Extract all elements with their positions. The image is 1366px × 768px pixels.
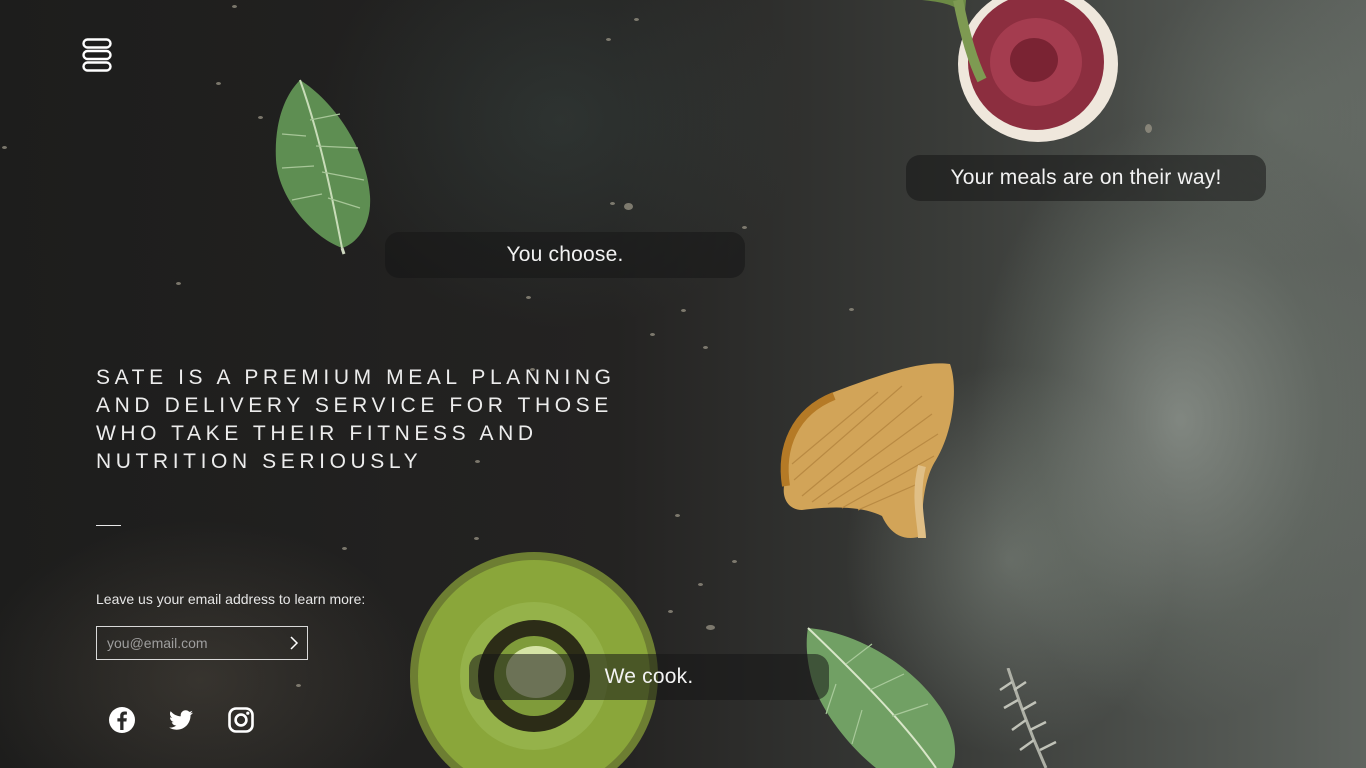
intro-headline: SATE IS A PREMIUM MEAL PLANNING AND DELI… [96, 366, 616, 473]
step-meals-on-way: Your meals are on their way! [906, 155, 1266, 201]
mint-leaf-top [275, 79, 371, 255]
step-we-cook-text: We cook. [604, 665, 694, 688]
step-meals-on-way-text: Your meals are on their way! [950, 166, 1222, 189]
chevron-right-icon [290, 636, 299, 650]
fern-sprig [999, 668, 1057, 768]
instagram-icon[interactable] [227, 706, 255, 734]
step-we-cook: We cook. [469, 654, 829, 700]
facebook-icon[interactable] [108, 706, 136, 734]
email-signup-label: Leave us your email address to learn mor… [96, 591, 366, 607]
email-input[interactable] [97, 627, 287, 659]
sate-logo-icon[interactable] [82, 38, 112, 72]
chanterelle-mushroom [780, 363, 954, 539]
twitter-icon[interactable] [167, 706, 195, 734]
step-you-choose-text: You choose. [506, 243, 624, 266]
headline-divider [96, 525, 121, 526]
email-signup-form [96, 626, 308, 660]
mint-leaf-bottom [806, 627, 956, 768]
email-submit-button[interactable] [281, 627, 307, 659]
step-you-choose: You choose. [385, 232, 745, 278]
fig-half [922, 0, 1118, 142]
